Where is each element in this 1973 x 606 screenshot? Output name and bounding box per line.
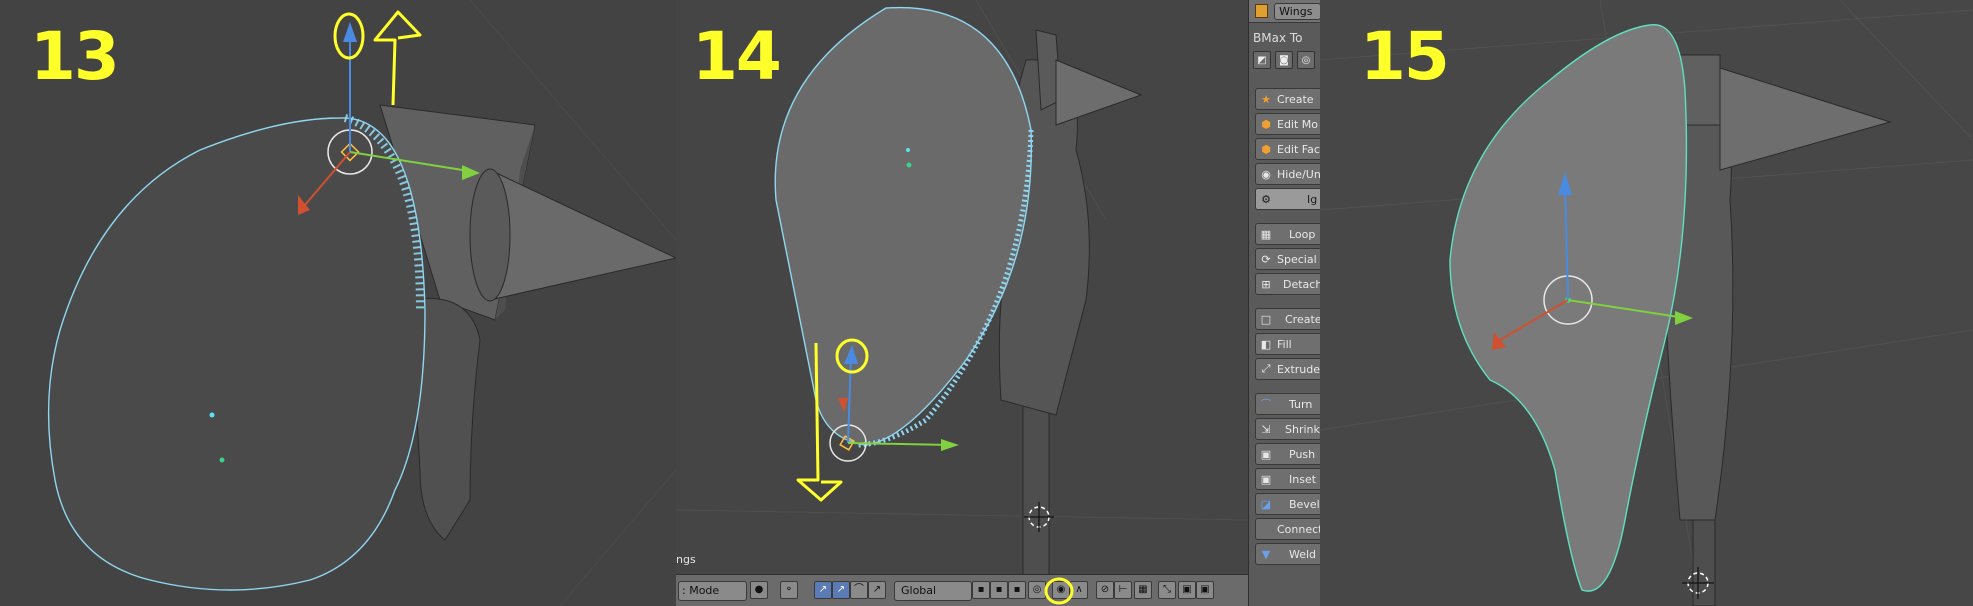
manipulator-toggle-button[interactable]: ↗: [814, 581, 832, 599]
step-number-14: 14: [692, 18, 782, 95]
edit-mode-button-label: Edit Mo: [1277, 117, 1319, 131]
mesh-edit-icon: ⬢: [1261, 117, 1271, 131]
star-icon: ★: [1261, 92, 1271, 106]
scale-manipulator-button[interactable]: ↗: [868, 581, 886, 599]
detach-icon: ⊞: [1261, 277, 1271, 291]
annotation-arrow-13: [373, 10, 422, 106]
extrude-button[interactable]: ⤢ Extrude: [1255, 358, 1320, 380]
viewport-shading-button[interactable]: ●: [750, 581, 768, 599]
edit-mode-button[interactable]: ⬢ Edit Mo: [1255, 113, 1320, 135]
transform-orientation-select[interactable]: Global: [894, 581, 972, 601]
shrink-button[interactable]: ⇲ Shrink: [1255, 418, 1320, 440]
object-name-field[interactable]: Wings: [1274, 2, 1320, 20]
create-button[interactable]: ★ Create: [1255, 88, 1320, 110]
loop-button[interactable]: ▦ Loop: [1255, 223, 1320, 245]
layer-button-1[interactable]: ▪: [972, 581, 990, 599]
fill-button[interactable]: ◧ Fill: [1255, 333, 1320, 355]
viewport-step-14[interactable]: ngs : Mode ● ⚬ ↗ ↗ ⌒ ↗ Global ▪ ▪ ▪ ◎ ◉ …: [676, 0, 1320, 606]
hide-unhide-button[interactable]: ◉ Hide/Un: [1255, 163, 1320, 185]
ignore-button[interactable]: ⚙ Ig: [1255, 188, 1320, 210]
create-button-label: Create: [1277, 92, 1314, 106]
loop-icon: ▦: [1260, 227, 1272, 241]
ignore-button-label: Ig: [1307, 192, 1318, 206]
special-button-label: Special: [1277, 252, 1317, 266]
fill-icon: ◧: [1260, 337, 1272, 351]
face-icon: ⬢: [1261, 142, 1271, 156]
gear-icon: ⚙: [1261, 192, 1271, 206]
edit-faces-button-label: Edit Fac: [1277, 142, 1320, 156]
detach-button[interactable]: ⊞ Detach: [1255, 273, 1320, 295]
shrink-button-label: Shrink: [1285, 422, 1320, 436]
render-anim-button[interactable]: ▣: [1196, 581, 1214, 599]
weld-button[interactable]: ▼ Weld: [1255, 543, 1320, 565]
view-object-name: ngs: [676, 553, 696, 566]
push-icon: ▣: [1260, 447, 1272, 461]
object-header: Wings: [1249, 0, 1320, 23]
bevel-button-label: Bevel: [1289, 497, 1320, 511]
inset-button[interactable]: ▣ Inset: [1255, 468, 1320, 490]
extrude-button-label: Extrude: [1277, 362, 1320, 376]
hide-unhide-button-label: Hide/Un: [1277, 167, 1320, 181]
render-preview-button[interactable]: ⤡: [1158, 581, 1176, 599]
bevel-icon: ◪: [1260, 497, 1272, 511]
turn-icon: ⌒: [1260, 398, 1272, 411]
edit-faces-button[interactable]: ⬢ Edit Fac: [1255, 138, 1320, 160]
inset-icon: ▣: [1260, 472, 1272, 486]
eye-icon: ◉: [1261, 167, 1271, 181]
snap-toggle-button[interactable]: ⊘: [1096, 581, 1114, 599]
inset-button-label: Inset: [1289, 472, 1317, 486]
rotate-manipulator-button[interactable]: ⌒: [850, 581, 868, 599]
connect-button[interactable]: Connect: [1255, 518, 1320, 540]
turn-button-label: Turn: [1289, 397, 1313, 411]
push-button[interactable]: ▣ Push: [1255, 443, 1320, 465]
render-button[interactable]: ▣: [1178, 581, 1196, 599]
viewport-step-13[interactable]: 13: [0, 0, 676, 606]
select-mode-icons: ◩ ◙ ◎: [1249, 49, 1320, 71]
bmax-tool-shelf: Wings BMax To ◩ ◙ ◎ ★ Create ⬢ Edit Mo ⬢ Ed…: [1248, 0, 1320, 606]
translate-manipulator-button[interactable]: ↗: [832, 581, 850, 599]
wing-plate: [47, 117, 426, 591]
cone-15: [1719, 67, 1892, 171]
annotation-circle-header: [1044, 577, 1074, 605]
weld-button-label: Weld: [1289, 547, 1317, 561]
turn-button[interactable]: ⌒ Turn: [1255, 393, 1320, 415]
pivot-point-button[interactable]: ⚬: [780, 581, 798, 599]
cone: [489, 169, 676, 301]
loop-special-icon: ⟳: [1261, 252, 1271, 266]
object-icon: [1255, 4, 1269, 18]
detach-button-label: Detach: [1283, 277, 1320, 291]
create-face-button[interactable]: □ Create: [1255, 308, 1320, 330]
push-button-label: Push: [1289, 447, 1316, 461]
weld-icon: ▼: [1261, 547, 1271, 561]
extrude-icon: ⤢: [1261, 362, 1271, 375]
snap-element-button[interactable]: ⊢: [1114, 581, 1132, 599]
special-button[interactable]: ⟳ Special: [1255, 248, 1320, 270]
wing-plate-14: [774, 6, 1033, 446]
cone-14: [1055, 59, 1143, 126]
connect-button-label: Connect: [1277, 522, 1320, 536]
fill-button-label: Fill: [1277, 337, 1292, 351]
wing-plate-15: [1449, 24, 1688, 592]
create-face-button-label: Create: [1285, 312, 1320, 326]
viewport-step-15[interactable]: 15: [1320, 0, 1973, 606]
bmax-tools-panel-title[interactable]: BMax To: [1249, 23, 1320, 49]
snap-target-button[interactable]: ▦: [1134, 581, 1152, 599]
edge-mode-icon[interactable]: ◙: [1275, 51, 1293, 69]
face-mode-icon[interactable]: ◎: [1297, 51, 1315, 69]
square-icon: □: [1260, 312, 1272, 326]
vertex-mode-icon[interactable]: ◩: [1253, 51, 1271, 69]
3d-view-header: : Mode ● ⚬ ↗ ↗ ⌒ ↗ Global ▪ ▪ ▪ ◎ ◉ ∧ ⊘ …: [676, 574, 1248, 606]
loop-button-label: Loop: [1289, 227, 1316, 241]
shrink-icon: ⇲: [1261, 422, 1271, 436]
step-number-13: 13: [30, 18, 120, 95]
bevel-button[interactable]: ◪ Bevel: [1255, 493, 1320, 515]
mode-select[interactable]: : Mode: [678, 581, 747, 601]
layer-button-2[interactable]: ▪: [990, 581, 1008, 599]
layer-button-3[interactable]: ▪: [1008, 581, 1026, 599]
step-number-15: 15: [1360, 18, 1450, 95]
